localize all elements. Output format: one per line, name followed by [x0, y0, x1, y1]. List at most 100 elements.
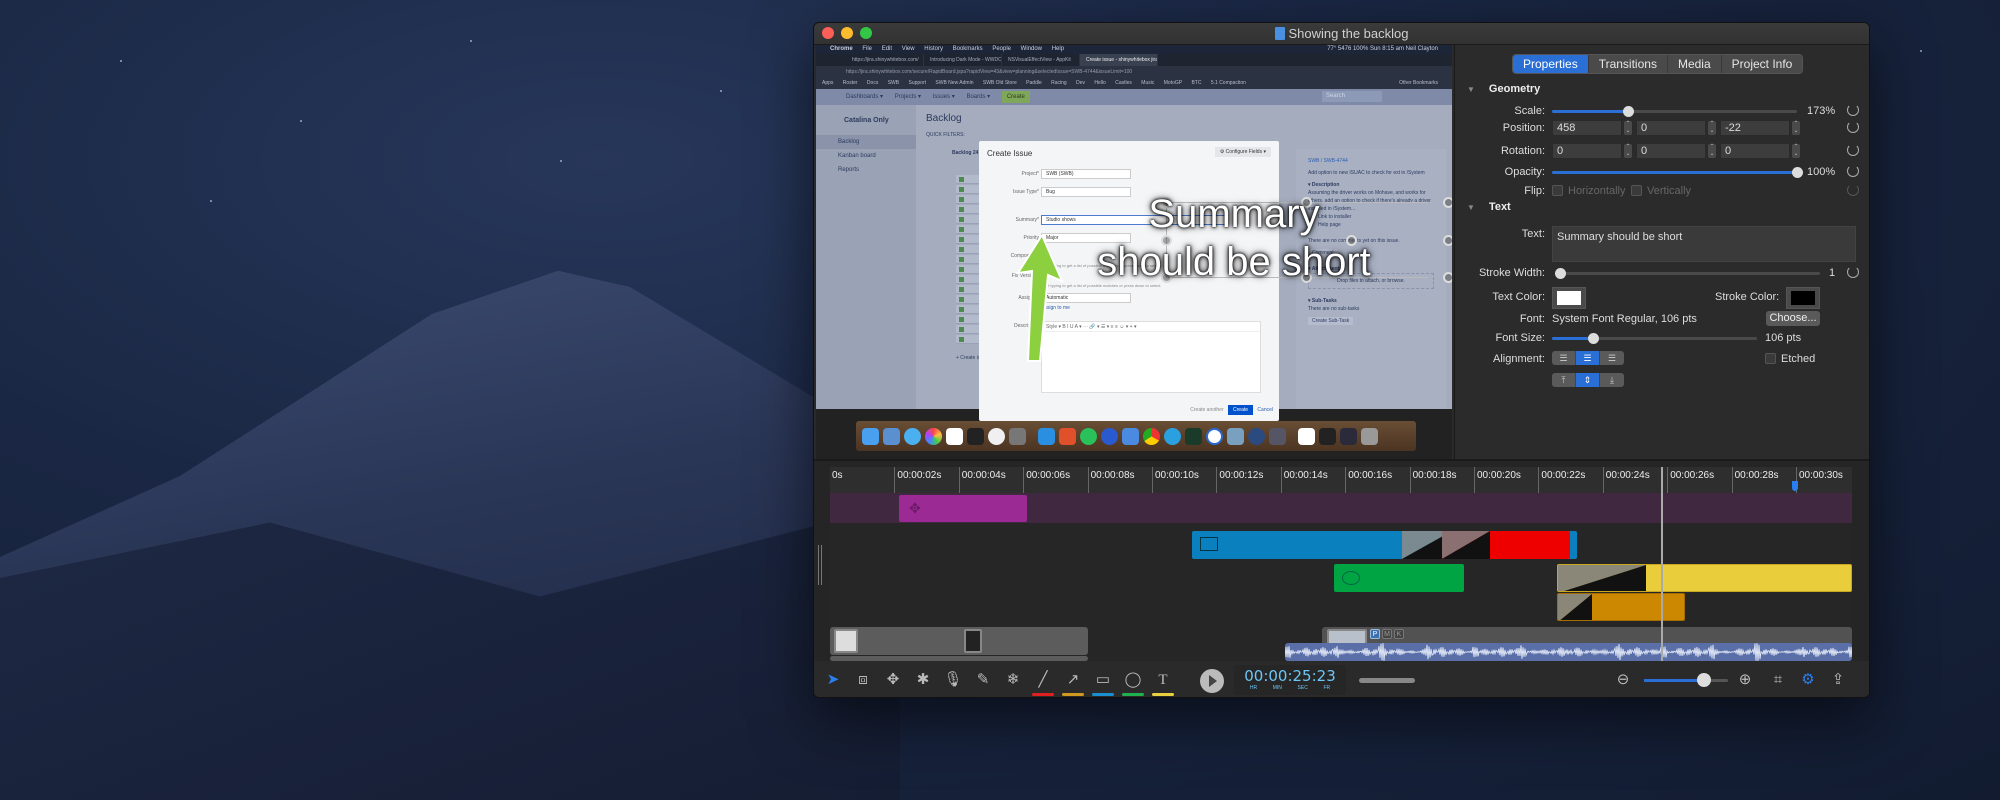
playhead[interactable]: [1660, 467, 1663, 661]
transition-in: [1558, 565, 1646, 591]
play-button[interactable]: [1200, 669, 1224, 693]
timeline-resize-grip[interactable]: [818, 545, 822, 585]
menu-item: People: [992, 46, 1011, 52]
align-top-button[interactable]: ⤒: [1552, 373, 1576, 387]
opacity-slider[interactable]: [1552, 167, 1803, 178]
reset-opacity-icon[interactable]: [1847, 165, 1859, 177]
audio-clip[interactable]: [1285, 643, 1852, 661]
camera-move-tool[interactable]: ✥: [882, 669, 904, 691]
zoom-out-icon[interactable]: ⊖: [1612, 669, 1634, 691]
recorded-dock: [856, 421, 1416, 451]
resize-handle[interactable]: [1443, 272, 1452, 283]
title-bar[interactable]: Showing the backlog: [814, 23, 1869, 45]
position-y-field[interactable]: 0: [1636, 120, 1706, 136]
font-size-slider-knob[interactable]: [1588, 333, 1599, 344]
rotation-z-field[interactable]: 0: [1720, 143, 1790, 159]
position-z-stepper[interactable]: ⌃ ⌄: [1792, 121, 1800, 135]
reset-rotation-icon[interactable]: [1847, 144, 1859, 156]
align-right-button[interactable]: ☰: [1600, 351, 1624, 365]
geometry-section-header[interactable]: ▼ Geometry: [1467, 83, 1540, 95]
canvas-preview[interactable]: Chrome File Edit View History Bookmarks …: [816, 45, 1452, 459]
ripple-edit-tool[interactable]: ⧈: [852, 669, 874, 691]
tab-media[interactable]: Media: [1667, 55, 1722, 73]
line-annotation-clip[interactable]: [1442, 531, 1570, 559]
reset-position-icon[interactable]: [1847, 121, 1859, 133]
rotation-y-stepper[interactable]: ⌃ ⌄: [1708, 144, 1716, 158]
ellipse-tool[interactable]: ◯: [1122, 669, 1144, 696]
badge-k[interactable]: K: [1394, 629, 1404, 639]
share-icon[interactable]: ⇪: [1827, 669, 1849, 691]
opacity-slider-knob[interactable]: [1792, 167, 1803, 178]
position-x-stepper[interactable]: ⌃ ⌄: [1624, 121, 1632, 135]
rotation-x-field[interactable]: 0: [1552, 143, 1622, 159]
crop-icon[interactable]: ⌗: [1767, 669, 1789, 691]
pointer-tool[interactable]: ➤: [822, 669, 844, 691]
annotate-tool[interactable]: ✱: [912, 669, 934, 691]
gear-icon[interactable]: ⚙: [1797, 669, 1819, 691]
zoom-in-icon[interactable]: ⊕: [1734, 669, 1756, 691]
rotation-y-field[interactable]: 0: [1636, 143, 1706, 159]
font-size-slider[interactable]: [1552, 333, 1757, 344]
freehand-tool[interactable]: ✎: [972, 669, 994, 691]
disclosure-triangle-icon[interactable]: ▼: [1467, 85, 1475, 94]
stroke-width-slider-knob[interactable]: [1555, 268, 1566, 279]
text-annotation-clip[interactable]: [1557, 564, 1852, 592]
rotation-x-stepper[interactable]: ⌃ ⌄: [1624, 144, 1632, 158]
scale-slider-knob[interactable]: [1622, 106, 1634, 117]
badge-p[interactable]: P: [1370, 629, 1380, 639]
reset-scale-icon[interactable]: [1847, 104, 1859, 116]
resize-handle[interactable]: [1443, 235, 1452, 246]
timeline-marker[interactable]: [1791, 481, 1798, 491]
align-bottom-button[interactable]: ⤓: [1600, 373, 1624, 387]
etched-checkbox[interactable]: [1765, 353, 1776, 364]
rectangle-tool[interactable]: ▭: [1092, 669, 1114, 696]
position-y-stepper[interactable]: ⌃ ⌄: [1708, 121, 1716, 135]
timeline-tracks[interactable]: 0s 00:00:02s 00:00:04s 00:00:06s 00:00:08s 00…: [830, 467, 1852, 661]
bookmark: Music: [1141, 80, 1155, 86]
bookmark: SWB New Admin: [935, 80, 974, 86]
rotation-row: Rotation: 0 ⌃ ⌄ 0 ⌃ ⌄ 0 ⌃ ⌄: [1455, 143, 1869, 161]
position-x-field[interactable]: 458: [1552, 120, 1622, 136]
flip-vertical-checkbox[interactable]: [1631, 185, 1642, 196]
freeze-tool[interactable]: ❄: [1002, 669, 1024, 691]
stroke-width-slider[interactable]: [1555, 268, 1820, 279]
zoom-slider-knob[interactable]: [1697, 673, 1712, 687]
tab-transitions[interactable]: Transitions: [1588, 55, 1668, 73]
timeline-zoom-slider[interactable]: [1644, 673, 1728, 687]
arrow-tool[interactable]: ↗: [1062, 669, 1084, 696]
line-tool[interactable]: ╱: [1032, 669, 1054, 696]
scale-slider[interactable]: [1552, 106, 1797, 117]
mail-icon: [883, 427, 900, 445]
align-middle-button[interactable]: ⇕: [1576, 373, 1600, 387]
text-annotation[interactable]: Summary should be short: [1084, 190, 1384, 286]
align-center-button[interactable]: ☰: [1576, 351, 1600, 365]
text-section-header[interactable]: ▼ Text: [1467, 201, 1511, 213]
text-content-field[interactable]: Summary should be short: [1552, 226, 1856, 262]
reset-flip-icon[interactable]: [1847, 184, 1859, 196]
time-ruler[interactable]: 0s 00:00:02s 00:00:04s 00:00:06s 00:00:08s 00…: [830, 467, 1852, 493]
screen-recording-clip[interactable]: [830, 627, 1088, 655]
callout-action-clip[interactable]: ✥: [899, 495, 1027, 522]
choose-font-button[interactable]: Choose...: [1766, 311, 1820, 326]
align-left-button[interactable]: ☰: [1552, 351, 1576, 365]
text-tool[interactable]: T: [1152, 669, 1174, 696]
microphone-icon[interactable]: 🎙: [942, 669, 964, 691]
tab-properties[interactable]: Properties: [1513, 55, 1589, 73]
text-header-label: Text: [1488, 201, 1511, 213]
timeline[interactable]: 0s 00:00:02s 00:00:04s 00:00:06s 00:00:08s 00…: [814, 459, 1869, 661]
resize-handle[interactable]: [1443, 197, 1452, 208]
text-color-well[interactable]: [1552, 287, 1586, 309]
arrow-annotation-clip[interactable]: [1557, 593, 1685, 621]
ellipse-annotation-clip[interactable]: [1334, 564, 1464, 592]
position-z-field[interactable]: -22: [1720, 120, 1790, 136]
flip-horizontal-checkbox[interactable]: [1552, 185, 1563, 196]
stroke-color-well[interactable]: [1786, 287, 1820, 309]
badge-m[interactable]: M: [1382, 629, 1392, 639]
disclosure-triangle-icon[interactable]: ▼: [1467, 203, 1475, 212]
rotation-z-stepper[interactable]: ⌃ ⌄: [1792, 144, 1800, 158]
arrow-annotation[interactable]: [1006, 235, 1066, 365]
playback-scrubber[interactable]: [1359, 678, 1415, 683]
reset-stroke-width-icon[interactable]: [1847, 266, 1859, 278]
jira-project-name: Catalina Only: [844, 117, 889, 124]
tab-project-info[interactable]: Project Info: [1721, 55, 1803, 73]
